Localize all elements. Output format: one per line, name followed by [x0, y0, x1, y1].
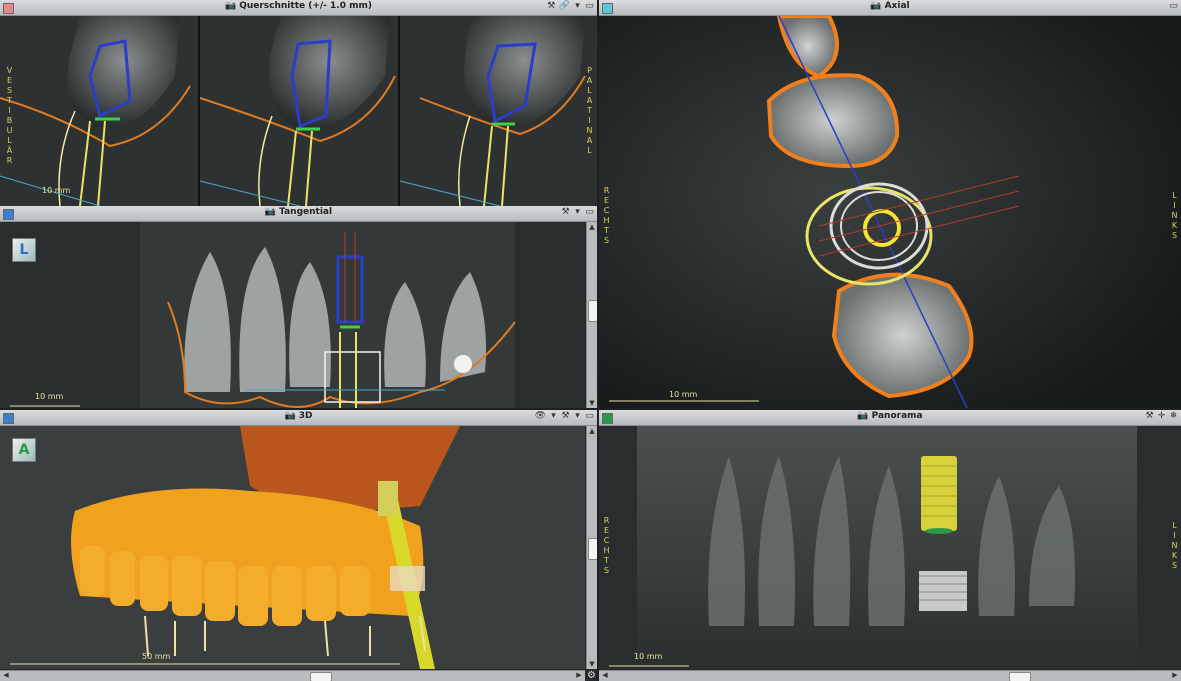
scrollbar-thumb[interactable] [310, 672, 332, 681]
tools-icon[interactable]: ⚒ [561, 207, 570, 217]
scroll-up-icon[interactable]: ▲ [587, 223, 597, 231]
tools-icon[interactable]: ⚒ [1145, 411, 1154, 421]
3d-view[interactable]: A 50 mm [0, 426, 585, 669]
settings-icon[interactable]: ⚙ [587, 670, 596, 681]
dropdown-icon[interactable]: ▾ [573, 1, 582, 11]
maximize-icon[interactable]: ▭ [585, 207, 594, 217]
links-label: LINKS [1170, 521, 1179, 571]
camera-icon[interactable]: 📷 [265, 207, 276, 217]
cross-section-titlebar: 📷 Querschnitte (+/- 1.0 mm) ⚒ 🔗 ▾ ▭ [0, 0, 597, 16]
axial-titlebar: 📷 Axial ▭ [599, 0, 1181, 16]
cross-section-view[interactable]: VESTIBULÄR PALATINAL 10 mm [0, 16, 597, 206]
scrollbar-thumb[interactable] [588, 538, 597, 560]
3d-titlebar: 📷 3D 👁 ▾ ⚒ ▾ ▭ [0, 410, 597, 426]
cross-section-title: Querschnitte (+/- 1.0 mm) [239, 1, 372, 11]
panorama-titlebar: 📷 Panorama ⚒ ✛ ❄ [599, 410, 1181, 426]
cross-section-images [0, 16, 597, 206]
panorama-scrollbar-horizontal[interactable]: ◀ ▶ [599, 670, 1181, 681]
scroll-right-icon[interactable]: ▶ [1170, 671, 1180, 679]
panorama-scale-label: 10 mm [634, 652, 663, 661]
cross-slice-3 [399, 16, 597, 206]
3d-title: 3D [298, 411, 313, 421]
dropdown-icon[interactable]: ▾ [549, 411, 558, 421]
camera-icon[interactable]: 📷 [285, 411, 296, 421]
3d-scale-label: 50 mm [142, 652, 171, 661]
3d-panel: 📷 3D 👁 ▾ ⚒ ▾ ▭ A 50 mm ▲ ▼ ◀ ▶ ⚙ [0, 410, 597, 681]
eye-icon[interactable]: 👁 [535, 411, 546, 421]
dropdown-icon[interactable]: ▾ [573, 411, 582, 421]
tangential-titlebar: 📷 Tangential ⚒ ▾ ▭ [0, 206, 597, 222]
maximize-icon[interactable]: ▭ [585, 411, 594, 421]
tools-icon[interactable]: ⚒ [547, 1, 556, 11]
3d-scrollbar-vertical[interactable]: ▲ ▼ [586, 426, 597, 669]
panorama-image [599, 426, 1181, 669]
scroll-up-icon[interactable]: ▲ [587, 427, 597, 435]
tangential-scale-label: 10 mm [35, 392, 64, 401]
tangential-view[interactable]: L 10 mm [0, 222, 585, 408]
scroll-down-icon[interactable]: ▼ [587, 660, 597, 668]
crosshair-icon[interactable]: ✛ [1157, 411, 1166, 421]
scroll-down-icon[interactable]: ▼ [587, 399, 597, 407]
tools-icon[interactable]: ⚒ [561, 411, 570, 421]
links-label: LINKS [1170, 191, 1179, 241]
scroll-left-icon[interactable]: ◀ [600, 671, 610, 679]
scroll-right-icon[interactable]: ▶ [574, 671, 584, 679]
axial-image [599, 14, 1181, 408]
axial-scale-label: 10 mm [669, 390, 698, 399]
panorama-view[interactable]: RECHTS LINKS 10 mm [599, 426, 1181, 669]
panorama-panel: 📷 Panorama ⚒ ✛ ❄ RECHTS LINKS 10 mm ◀ ▶ [599, 410, 1181, 681]
tangential-image [0, 222, 585, 408]
rechts-label: RECHTS [602, 186, 611, 246]
scrollbar-thumb[interactable] [588, 300, 597, 322]
orientation-cube[interactable]: A [12, 438, 36, 462]
cross-slice-1 [0, 16, 198, 206]
maximize-icon[interactable]: ▭ [1169, 1, 1178, 11]
orientation-cube[interactable]: L [12, 238, 36, 262]
vestibular-label: VESTIBULÄR [5, 66, 14, 166]
snowflake-icon[interactable]: ❄ [1169, 411, 1178, 421]
link-icon[interactable]: 🔗 [559, 1, 570, 11]
maximize-icon[interactable]: ▭ [585, 1, 594, 11]
camera-icon[interactable]: 📷 [857, 411, 868, 421]
axial-panel: 📷 Axial ▭ RECHTS LINKS 10 mm [599, 0, 1181, 408]
tangential-title: Tangential [279, 207, 333, 217]
axial-view[interactable]: RECHTS LINKS 10 mm [599, 14, 1181, 408]
camera-icon[interactable]: 📷 [225, 1, 236, 11]
panorama-title: Panorama [871, 411, 923, 421]
cross-section-panel: 📷 Querschnitte (+/- 1.0 mm) ⚒ 🔗 ▾ ▭ VEST… [0, 0, 597, 206]
3d-rendering [0, 426, 585, 669]
tangential-scrollbar[interactable]: ▲ ▼ [586, 222, 597, 408]
camera-icon[interactable]: 📷 [870, 1, 881, 11]
axial-title: Axial [884, 1, 910, 11]
cross-slice-2 [199, 16, 398, 206]
scrollbar-thumb[interactable] [1009, 672, 1031, 681]
dropdown-icon[interactable]: ▾ [573, 207, 582, 217]
3d-scrollbar-horizontal[interactable]: ◀ ▶ [0, 670, 585, 681]
cross-scale-label: 10 mm [42, 186, 71, 195]
rechts-label: RECHTS [602, 516, 611, 576]
tangential-panel: 📷 Tangential ⚒ ▾ ▭ L 10 mm ▲ ▼ [0, 206, 597, 408]
scroll-left-icon[interactable]: ◀ [1, 671, 11, 679]
palatinal-label: PALATINAL [585, 66, 594, 156]
